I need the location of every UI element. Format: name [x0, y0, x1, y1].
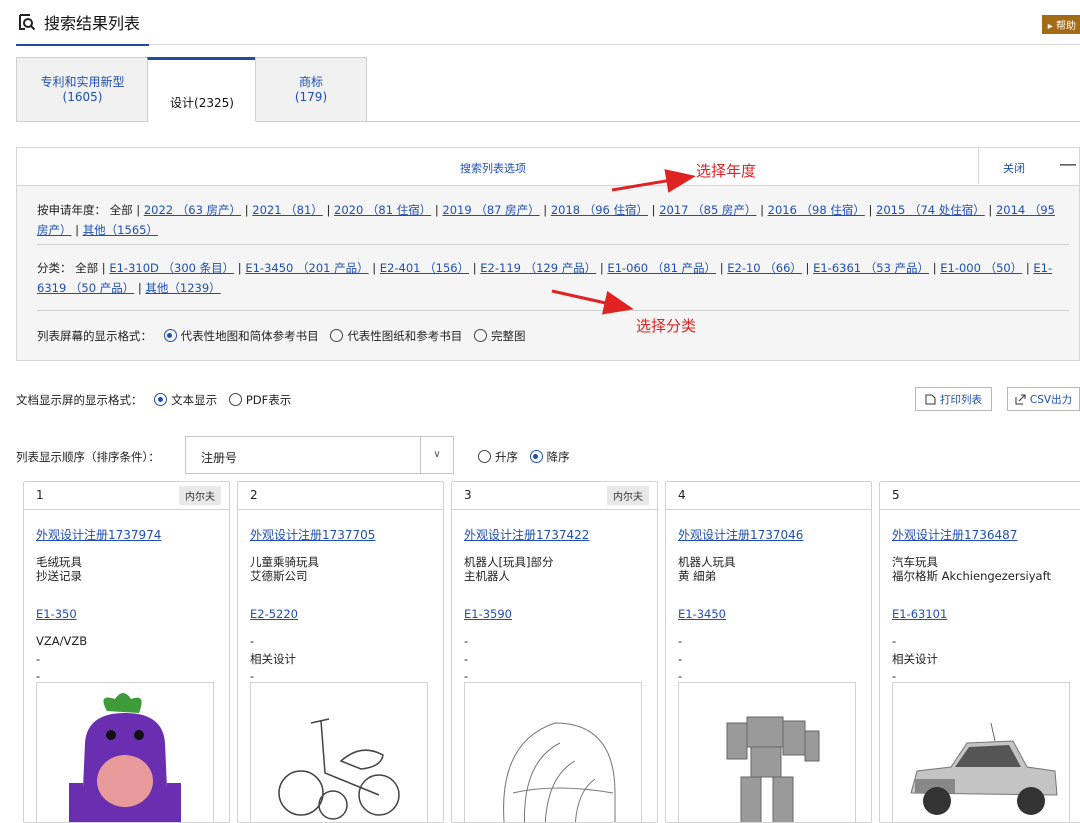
- doc-format-label: 文档显示屏的显示格式：: [16, 393, 143, 407]
- design-image[interactable]: [250, 682, 428, 822]
- classification-link[interactable]: E1-3590: [464, 607, 512, 621]
- result-card: 3 内尔夫 外观设计注册1737422 机器人[玩具]部分 主机器人 E1-35…: [451, 481, 658, 823]
- doc-format-text-radio[interactable]: [154, 393, 168, 406]
- card-header: 3 内尔夫: [452, 482, 657, 510]
- article-name: 儿童乘骑玩具: [250, 555, 319, 569]
- card-header: 1 内尔夫: [24, 482, 229, 510]
- registration-link[interactable]: 外观设计注册1737046: [678, 526, 803, 543]
- card-number: 4: [678, 488, 686, 502]
- doc-format-row: 文档显示屏的显示格式： 文本显示 PDF表示: [16, 392, 291, 408]
- card-number: 2: [250, 488, 258, 502]
- article-name: 毛绒玩具: [36, 555, 82, 569]
- classification-link[interactable]: E1-350: [36, 607, 77, 621]
- holder-name: 艾德斯公司: [250, 569, 308, 583]
- sort-select[interactable]: 注册号 ∨: [185, 436, 454, 474]
- doc-format-pdf-radio[interactable]: [228, 393, 242, 406]
- doc-format-text: 文本显示: [171, 393, 218, 407]
- article-name: 机器人[玩具]部分: [464, 555, 554, 569]
- info-line-3: -: [464, 669, 469, 683]
- card-header: 5: [880, 482, 1080, 510]
- sort-select-value: 注册号: [201, 451, 238, 465]
- ride-on-toy-image: [278, 718, 400, 820]
- year-arrow: [611, 169, 696, 193]
- holder-name: 抄送记录: [36, 569, 82, 583]
- card-number: 5: [892, 488, 900, 502]
- info-line-1: -: [250, 634, 255, 648]
- csv-export-button[interactable]: CSV出力: [1007, 387, 1080, 411]
- design-image[interactable]: [36, 682, 214, 822]
- info-line-1: -: [892, 634, 897, 648]
- robot-part-image: [503, 722, 616, 822]
- holder-name: 主机器人: [464, 569, 510, 583]
- sort-desc-label: 降序: [546, 450, 570, 464]
- design-image[interactable]: [464, 682, 642, 822]
- doc-format-pdf: PDF表示: [245, 393, 292, 407]
- csv-export-label: CSV出力: [1029, 393, 1073, 406]
- info-line-1: -: [464, 634, 469, 648]
- result-card: 1 内尔夫 外观设计注册1737974 毛绒玩具 抄送记录 E1-350 VZA…: [23, 481, 230, 823]
- card-header: 2: [238, 482, 443, 510]
- registration-link[interactable]: 外观设计注册1737705: [250, 526, 375, 543]
- card-number: 3: [464, 488, 472, 502]
- info-line-3: -: [250, 669, 255, 683]
- card-badge: 内尔夫: [607, 486, 649, 505]
- info-line-2: -: [678, 652, 683, 666]
- robot-toy-image: [726, 716, 820, 822]
- classification-link[interactable]: E2-5220: [250, 607, 298, 621]
- sort-asc-label: 升序: [495, 450, 518, 464]
- design-image[interactable]: [892, 682, 1070, 822]
- info-line-2: -: [36, 652, 41, 666]
- export-icon: [1015, 394, 1026, 404]
- registration-link[interactable]: 外观设计注册1737974: [36, 526, 161, 543]
- info-line-2: 相关设计: [892, 652, 938, 666]
- article-name: 机器人玩具: [678, 555, 736, 569]
- info-line-3: -: [892, 669, 897, 683]
- design-image[interactable]: [678, 682, 856, 822]
- sort-asc-radio[interactable]: [478, 450, 491, 463]
- chevron-down-icon: ∨: [420, 437, 453, 473]
- result-card: 5 外观设计注册1736487 汽车玩具 福尔格斯 Akchiengezersi…: [879, 481, 1080, 823]
- holder-name: 黄 細弟: [678, 569, 717, 583]
- toy-car-image: [910, 722, 1058, 815]
- card-badge: 内尔夫: [179, 486, 221, 505]
- classification-link[interactable]: E1-3450: [678, 607, 726, 621]
- registration-link[interactable]: 外观设计注册1736487: [892, 526, 1017, 543]
- annotation-select-year: 选择年度: [696, 162, 757, 180]
- result-card: 4 外观设计注册1737046 机器人玩具 黄 細弟 E1-3450 - - -: [665, 481, 872, 823]
- info-line-2: 相关设计: [250, 652, 296, 666]
- classification-link[interactable]: E1-63101: [892, 607, 947, 621]
- registration-link[interactable]: 外观设计注册1737422: [464, 526, 589, 543]
- holder-name: 福尔格斯 Akchiengezersiyaft: [892, 569, 1051, 583]
- print-list-label: 打印列表: [940, 393, 982, 406]
- annotation-select-category: 选择分类: [636, 317, 697, 335]
- result-card: 2 外观设计注册1737705 儿童乘骑玩具 艾德斯公司 E2-5220 - 相…: [237, 481, 444, 823]
- sort-label: 列表显示顺序（排序条件）：: [16, 450, 160, 464]
- card-header: 4: [666, 482, 871, 510]
- category-arrow: [551, 289, 634, 315]
- card-number: 1: [36, 488, 44, 502]
- print-list-button[interactable]: 打印列表: [915, 387, 992, 411]
- article-name: 汽车玩具: [892, 555, 938, 569]
- sort-desc-radio[interactable]: [529, 450, 543, 463]
- info-line-1: -: [678, 634, 683, 648]
- print-icon: [925, 394, 936, 404]
- plush-toy-image: [69, 693, 181, 822]
- info-line-2: -: [464, 652, 469, 666]
- sort-order-row: 升序 降序: [470, 449, 570, 465]
- info-line-3: -: [678, 669, 683, 683]
- info-line-3: -: [36, 669, 41, 683]
- info-line-1: VZA/VZB: [36, 634, 88, 648]
